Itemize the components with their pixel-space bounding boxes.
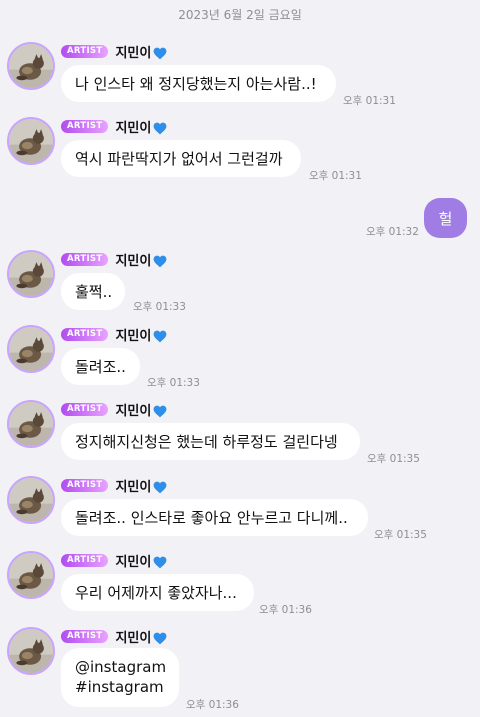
- blue-heart-icon: [153, 253, 167, 267]
- blue-heart-icon: [153, 328, 167, 342]
- sender-row: ARTIST 지민이: [61, 250, 167, 269]
- message-time: 오후 01:31: [309, 170, 362, 182]
- artist-badge: ARTIST: [61, 478, 109, 492]
- blue-heart-icon: [153, 630, 167, 644]
- message-time: 오후 01:35: [374, 529, 427, 541]
- message-bubble[interactable]: 나 인스타 왜 정지당했는지 아는사람..!: [61, 65, 336, 102]
- sender-row: ARTIST 지민이: [61, 325, 167, 344]
- blue-heart-icon: [153, 479, 167, 493]
- message-time: 오후 01:36: [186, 699, 239, 711]
- avatar[interactable]: [7, 400, 55, 448]
- artist-badge: ARTIST: [61, 327, 109, 341]
- message-bubble[interactable]: 우리 어제까지 좋았자나...: [61, 574, 254, 611]
- avatar[interactable]: [7, 627, 55, 675]
- sender-row: ARTIST 지민이: [61, 42, 167, 61]
- message-time: 오후 01:36: [259, 604, 312, 616]
- sender-name: 지민이: [115, 554, 152, 570]
- avatar[interactable]: [7, 476, 55, 524]
- message-bubble[interactable]: 훌쩍..: [61, 273, 125, 310]
- blue-heart-icon: [153, 45, 167, 59]
- avatar[interactable]: [7, 325, 55, 373]
- message-bubble[interactable]: 돌려조.. 인스타로 좋아요 안누르고 다니께..: [61, 499, 368, 536]
- blue-heart-icon: [153, 120, 167, 134]
- sender-row: ARTIST 지민이: [61, 627, 167, 646]
- message-time: 오후 01:33: [133, 301, 186, 313]
- blue-heart-icon: [153, 403, 167, 417]
- message-bubble[interactable]: 정지해지신청은 했는데 하루정도 걸린다넹: [61, 423, 360, 460]
- message-time: 오후 01:33: [147, 377, 200, 389]
- message-bubble[interactable]: @instagram #instagram: [61, 648, 179, 707]
- sender-name: 지민이: [115, 479, 152, 495]
- sender-row: ARTIST 지민이: [61, 476, 167, 495]
- message-bubble[interactable]: 역시 파란딱지가 없어서 그런걸까: [61, 140, 301, 177]
- artist-badge: ARTIST: [61, 629, 109, 643]
- message-bubble[interactable]: 돌려조..: [61, 348, 140, 385]
- artist-badge: ARTIST: [61, 119, 109, 133]
- avatar[interactable]: [7, 117, 55, 165]
- artist-badge: ARTIST: [61, 44, 109, 58]
- message-time: 오후 01:31: [343, 95, 396, 107]
- sender-row: ARTIST 지민이: [61, 400, 167, 419]
- message-time: 오후 01:35: [367, 453, 420, 465]
- sender-name: 지민이: [115, 328, 152, 344]
- sender-name: 지민이: [115, 253, 152, 269]
- artist-badge: ARTIST: [61, 553, 109, 567]
- artist-badge: ARTIST: [61, 402, 109, 416]
- date-divider: 2023년 6월 2일 금요일: [178, 8, 302, 22]
- sender-name: 지민이: [115, 45, 152, 61]
- my-message-time: 오후 01:32: [366, 226, 419, 238]
- my-message-bubble[interactable]: 헐: [424, 198, 467, 238]
- sender-name: 지민이: [115, 630, 152, 646]
- sender-row: ARTIST 지민이: [61, 117, 167, 136]
- sender-row: ARTIST 지민이: [61, 551, 167, 570]
- artist-badge: ARTIST: [61, 252, 109, 266]
- sender-name: 지민이: [115, 403, 152, 419]
- avatar[interactable]: [7, 42, 55, 90]
- blue-heart-icon: [153, 554, 167, 568]
- avatar[interactable]: [7, 551, 55, 599]
- avatar[interactable]: [7, 250, 55, 298]
- sender-name: 지민이: [115, 120, 152, 136]
